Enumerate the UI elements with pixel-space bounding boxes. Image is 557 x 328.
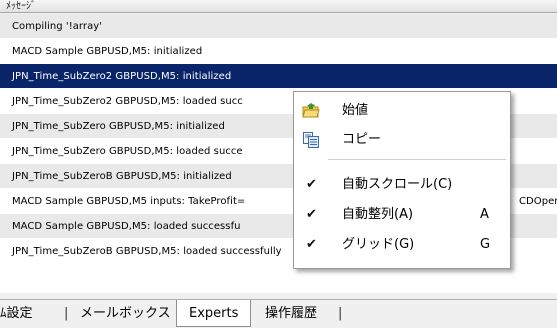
menu-item-autoscroll[interactable]: ✔ 自動スクロール(C) xyxy=(294,171,510,199)
log-row[interactable]: Compiling '!array' xyxy=(0,14,557,39)
messages-column-header[interactable]: ﾒｯｾｰｼﾞ xyxy=(0,0,557,13)
tab-separator: | xyxy=(338,306,343,321)
tab-separator: | xyxy=(64,306,69,321)
menu-item-copy[interactable]: コピー xyxy=(294,126,510,154)
menu-item-shortcut: G xyxy=(480,237,491,252)
menu-item-label: コピー xyxy=(342,132,382,147)
log-row-text: MACD Sample GBPUSD,M5 inputs: TakeProfit… xyxy=(12,196,246,207)
copy-icon xyxy=(302,131,320,149)
checkmark-icon: ✔ xyxy=(306,177,317,192)
menu-item-label: グリッド(G) xyxy=(342,237,415,252)
tab-mailbox[interactable]: メールボックス xyxy=(80,300,171,327)
log-row[interactable]: MACD Sample GBPUSD,M5: initialized xyxy=(0,39,557,64)
menu-divider xyxy=(328,159,506,160)
menu-item-shortcut: A xyxy=(480,207,489,222)
menu-item-label: 自動整列(A) xyxy=(342,207,414,222)
tab-history[interactable]: 操作履歴 xyxy=(265,300,317,327)
checkmark-icon: ✔ xyxy=(306,237,317,252)
terminal-tab-bar: ﾑ設定 | メールボックス Experts 操作履歴 | xyxy=(0,299,557,328)
menu-item-open[interactable]: 始値 xyxy=(294,97,510,125)
tab-settings[interactable]: ﾑ設定 xyxy=(0,300,33,327)
log-row-selected[interactable]: JPN_Time_SubZero2 GBPUSD,M5: initialized xyxy=(0,64,557,89)
log-row-text-overflow: CDOper xyxy=(519,196,557,207)
tab-experts[interactable]: Experts xyxy=(176,300,252,327)
checkmark-icon: ✔ xyxy=(306,207,317,222)
menu-item-label: 始値 xyxy=(342,103,369,118)
menu-item-label: 自動スクロール(C) xyxy=(342,177,453,192)
menu-item-autoarrange[interactable]: ✔ 自動整列(A) A xyxy=(294,201,510,229)
context-menu: 始値 コピー ✔ 自動スクロール(C) ✔ 自動整列(A) A ✔ グリッド(G… xyxy=(293,91,511,269)
open-folder-icon xyxy=(302,102,320,120)
menu-item-grid[interactable]: ✔ グリッド(G) G xyxy=(294,231,510,259)
